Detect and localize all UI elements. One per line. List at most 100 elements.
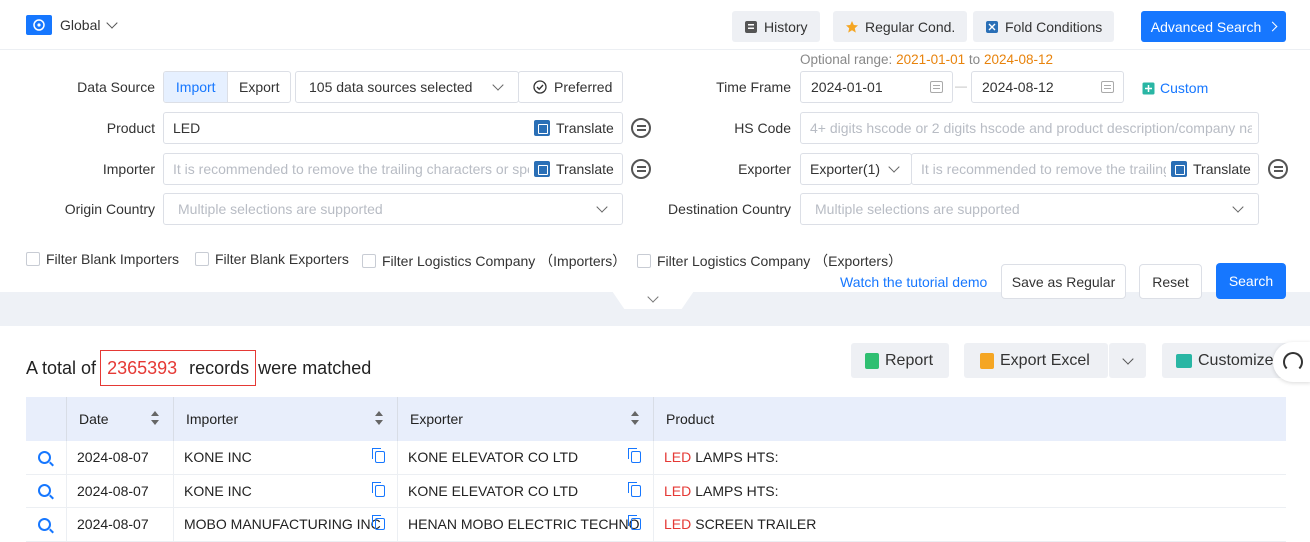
start-date-value: 2024-01-01: [811, 79, 883, 95]
checkbox-label: Filter Blank Importers: [46, 251, 180, 267]
start-date-input[interactable]: 2024-01-01: [800, 71, 953, 103]
search-icon[interactable]: [38, 450, 51, 464]
optional-range: Optional range: 2021-01-01 to 2024-08-12: [800, 52, 1053, 67]
sort-icon[interactable]: [375, 411, 383, 427]
exporter-placeholder: It is recommended to remove the trailing: [921, 161, 1166, 177]
exporter-cell: HENAN MOBO ELECTRIC TECHNO: [398, 508, 654, 541]
sort-icon[interactable]: [631, 411, 639, 427]
customize-icon: [1176, 353, 1192, 368]
header-date[interactable]: Date: [67, 397, 174, 441]
export-options-dropdown[interactable]: [1109, 343, 1146, 378]
row-detail-cell: [26, 474, 67, 507]
fold-conditions-button[interactable]: Fold Conditions: [973, 11, 1115, 42]
collapse-filters-toggle[interactable]: [612, 291, 694, 309]
history-button[interactable]: History: [732, 11, 820, 42]
export-excel-button[interactable]: Export Excel: [964, 343, 1108, 378]
export-option[interactable]: Export: [228, 72, 290, 102]
filter-blank-importers-checkbox[interactable]: Filter Blank Importers: [26, 251, 179, 267]
checkbox-box[interactable]: [362, 254, 376, 268]
exporter-type-select[interactable]: Exporter(1): [800, 153, 912, 185]
fold-conditions-label: Fold Conditions: [1005, 18, 1103, 35]
custom-label: Custom: [1160, 80, 1209, 96]
search-button[interactable]: Search: [1216, 263, 1286, 299]
range-label: Optional range:: [800, 52, 893, 67]
product-cell: LED LAMPS HTS:: [654, 441, 1286, 474]
exporter-name[interactable]: KONE ELEVATOR CO LTD: [408, 449, 578, 465]
date-separator: —: [955, 79, 967, 93]
copy-icon[interactable]: [628, 481, 641, 497]
origin-country-label: Origin Country: [64, 201, 155, 217]
importer-translate-button[interactable]: Translate: [534, 161, 614, 177]
product-description: SCREEN TRAILER: [695, 516, 817, 533]
translate-label: Translate: [556, 161, 614, 177]
table-row[interactable]: 2024-08-07 KONE INC KONE ELEVATOR CO LTD…: [26, 441, 1286, 475]
product-cell: LED LAMPS HTS:: [654, 475, 1286, 508]
exporter-cell: KONE ELEVATOR CO LTD: [398, 441, 654, 474]
exporter-label: Exporter: [738, 161, 791, 177]
copy-icon[interactable]: [372, 481, 385, 497]
copy-icon[interactable]: [372, 515, 385, 530]
hs-code-input[interactable]: 4+ digits hscode or 2 digits hscode and …: [800, 112, 1259, 144]
search-history-icon[interactable]: [1268, 159, 1288, 179]
search-icon[interactable]: [38, 517, 51, 531]
regular-cond-button[interactable]: Regular Cond.: [833, 11, 968, 42]
scope-selector[interactable]: Global: [26, 15, 119, 35]
excel-icon: [980, 352, 994, 369]
destination-country-placeholder: Multiple selections are supported: [815, 201, 1020, 217]
tutorial-demo-link[interactable]: Watch the tutorial demo: [840, 274, 987, 290]
header-exporter[interactable]: Exporter: [398, 397, 654, 441]
save-as-regular-button[interactable]: Save as Regular: [1001, 264, 1126, 299]
globe-icon: [26, 15, 52, 35]
advanced-search-button[interactable]: Advanced Search: [1141, 11, 1286, 42]
exporter-name[interactable]: HENAN MOBO ELECTRIC TECHNO: [408, 516, 640, 532]
importer-name[interactable]: KONE INC: [184, 449, 252, 465]
copy-icon[interactable]: [628, 448, 641, 463]
hs-code-placeholder: 4+ digits hscode or 2 digits hscode and …: [810, 120, 1252, 136]
origin-country-placeholder: Multiple selections are supported: [178, 201, 383, 217]
product-description: LAMPS HTS:: [695, 449, 779, 466]
copy-icon[interactable]: [628, 515, 641, 530]
importer-name[interactable]: MOBO MANUFACTURING INC: [184, 516, 381, 532]
translate-icon: [1171, 161, 1187, 177]
checkbox-box[interactable]: [195, 252, 209, 266]
reset-button[interactable]: Reset: [1139, 264, 1202, 299]
sort-icon[interactable]: [151, 411, 159, 427]
table-row[interactable]: 2024-08-07 KONE INC KONE ELEVATOR CO LTD…: [26, 474, 1286, 508]
filter-blank-exporters-checkbox[interactable]: Filter Blank Exporters: [195, 251, 349, 267]
star-icon: [845, 20, 859, 34]
support-headset-icon[interactable]: [1273, 342, 1310, 382]
destination-country-select[interactable]: Multiple selections are supported: [800, 193, 1259, 225]
search-history-icon[interactable]: [631, 118, 651, 138]
exporter-name[interactable]: KONE ELEVATOR CO LTD: [408, 483, 578, 499]
product-translate-button[interactable]: Translate: [534, 120, 614, 136]
filter-logistics-exporters-checkbox[interactable]: Filter Logistics Company （Exporters）: [637, 251, 902, 271]
advanced-search-label: Advanced Search: [1150, 18, 1262, 35]
preferred-label: Preferred: [554, 79, 613, 95]
preferred-button[interactable]: Preferred: [518, 71, 623, 103]
import-export-toggle: Import Export: [163, 71, 291, 103]
checkbox-box[interactable]: [637, 254, 651, 268]
end-date-input[interactable]: 2024-08-12: [971, 71, 1124, 103]
header-importer[interactable]: Importer: [174, 397, 398, 441]
calendar-icon: [930, 81, 943, 93]
checkbox-box[interactable]: [26, 252, 40, 266]
checkbox-label: Filter Logistics Company （Exporters）: [657, 253, 903, 269]
search-history-icon[interactable]: [631, 159, 651, 179]
table-row[interactable]: 2024-08-07 MOBO MANUFACTURING INC HENAN …: [26, 508, 1286, 542]
header-date-label: Date: [79, 411, 109, 427]
data-sources-select[interactable]: 105 data sources selected: [295, 71, 519, 103]
translate-icon: [534, 120, 550, 136]
copy-icon[interactable]: [372, 448, 385, 463]
filter-logistics-importers-checkbox[interactable]: Filter Logistics Company （Importers）: [362, 251, 626, 271]
custom-range-button[interactable]: Custom: [1142, 80, 1208, 96]
import-option[interactable]: Import: [164, 72, 229, 102]
report-icon: [865, 352, 879, 369]
exporter-translate-button[interactable]: Translate: [1171, 161, 1251, 177]
chevron-down-icon: [1121, 352, 1134, 365]
importer-name[interactable]: KONE INC: [184, 483, 252, 499]
chevron-down-icon: [492, 79, 504, 91]
product-keyword: LED: [664, 516, 692, 533]
origin-country-select[interactable]: Multiple selections are supported: [163, 193, 623, 225]
search-icon[interactable]: [38, 484, 51, 498]
report-button[interactable]: Report: [851, 343, 949, 378]
